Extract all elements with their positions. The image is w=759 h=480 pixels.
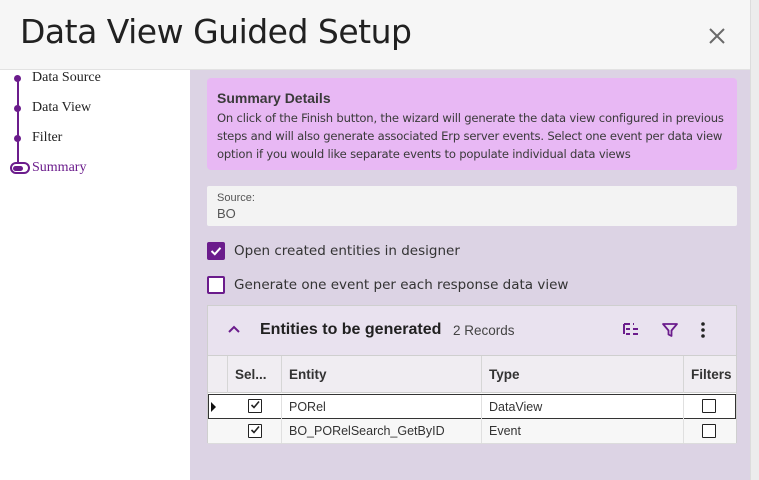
summary-title: Summary Details (217, 90, 331, 106)
column-header-filters[interactable]: Filters (684, 356, 736, 393)
type-cell: Event (482, 419, 684, 443)
table-row[interactable]: PORel DataView (208, 394, 736, 419)
current-row-indicator-icon (211, 402, 216, 412)
open-in-designer-label: Open created entities in designer (234, 243, 460, 259)
step-dot-icon (14, 135, 21, 142)
summary-text: On click of the Finish button, the wizar… (217, 111, 724, 161)
open-in-designer-option[interactable]: Open created entities in designer (207, 241, 460, 261)
hierarchy-icon[interactable] (621, 320, 641, 340)
records-count: 2 Records (453, 323, 515, 338)
source-field: Source: BO (207, 186, 737, 226)
select-cell (228, 419, 282, 443)
close-icon[interactable] (704, 23, 730, 49)
source-label: Source: (217, 192, 255, 204)
row-filters-checkbox[interactable] (702, 424, 716, 438)
entity-cell: PORel (282, 395, 482, 419)
summary-details-box: Summary Details On click of the Finish b… (207, 78, 737, 170)
step-dot-icon (14, 75, 21, 82)
dialog-title: Data View Guided Setup (20, 12, 412, 51)
row-select-checkbox[interactable] (248, 399, 262, 413)
wizard-steps: Data Source Data View Filter Summary (0, 70, 190, 480)
step-filter[interactable]: Filter (32, 130, 62, 146)
summary-panel: Summary Details On click of the Finish b… (190, 70, 750, 480)
check-icon (210, 247, 222, 256)
step-summary[interactable]: Summary (32, 160, 86, 176)
one-event-per-view-checkbox[interactable] (207, 276, 225, 294)
grid-title: Entities to be generated (260, 321, 442, 338)
column-header-select[interactable]: Sel... (228, 356, 282, 393)
step-active-icon (10, 162, 30, 174)
step-data-source[interactable]: Data Source (32, 70, 101, 86)
more-options-icon[interactable] (693, 320, 713, 340)
type-cell: DataView (482, 395, 684, 419)
open-in-designer-checkbox[interactable] (207, 242, 225, 260)
check-icon (250, 400, 260, 409)
filter-icon[interactable] (660, 320, 680, 340)
step-dot-icon (14, 105, 21, 112)
source-value: BO (217, 206, 236, 221)
dialog-right-edge (750, 0, 759, 480)
one-event-per-view-label: Generate one event per each response dat… (234, 277, 569, 293)
steps-connector-line (17, 76, 19, 170)
column-header-entity[interactable]: Entity (282, 356, 482, 393)
one-event-per-view-option[interactable]: Generate one event per each response dat… (207, 275, 568, 295)
chevron-up-icon[interactable] (226, 321, 242, 337)
grid-toolbar: Entities to be generated 2 Records (208, 306, 736, 356)
entity-cell: BO_PORelSearch_GetByID (282, 419, 482, 443)
dialog-header: Data View Guided Setup (0, 0, 759, 70)
filters-cell (684, 395, 736, 419)
grid-column-headers: Sel... Entity Type Filters (208, 356, 736, 393)
entities-grid: Entities to be generated 2 Records Sel..… (207, 305, 737, 444)
column-header-type[interactable]: Type (482, 356, 684, 393)
check-icon (250, 425, 260, 434)
select-cell (228, 395, 282, 419)
row-indicator-column (208, 356, 228, 393)
step-data-view[interactable]: Data View (32, 100, 91, 116)
row-filters-checkbox[interactable] (702, 399, 716, 413)
table-row[interactable]: BO_PORelSearch_GetByID Event (208, 419, 736, 444)
filters-cell (684, 419, 736, 443)
row-select-checkbox[interactable] (248, 424, 262, 438)
